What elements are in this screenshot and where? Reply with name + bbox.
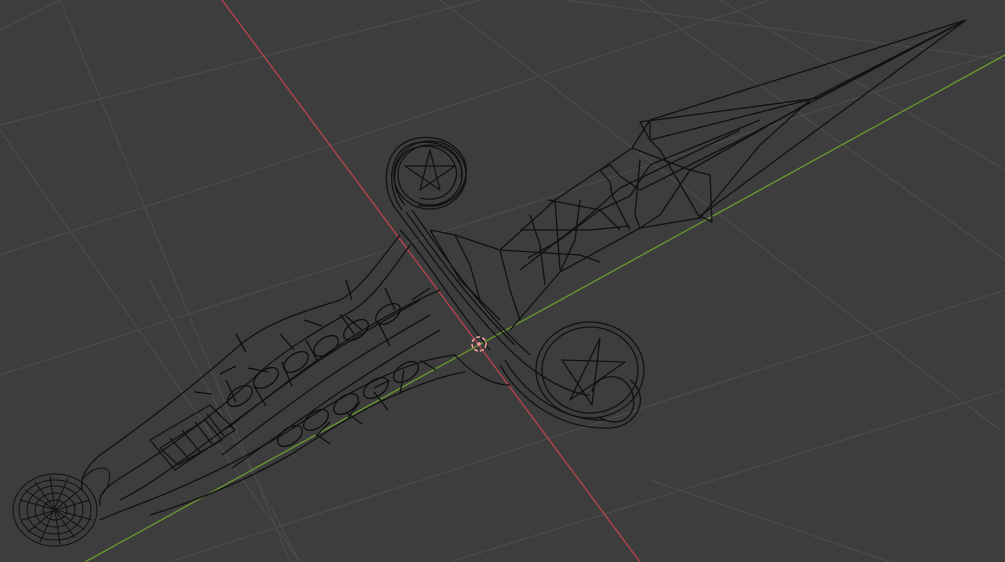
pentagram-icon: [561, 337, 626, 406]
dagger-wireframe[interactable]: [12, 19, 967, 547]
y-axis-line: [84, 54, 1005, 562]
origin-marker-icon[interactable]: [471, 336, 487, 352]
pentagram-icon: [404, 149, 456, 191]
x-axis-line: [221, 0, 641, 562]
grid-line: [0, 0, 481, 126]
grid-line: [639, 0, 1005, 261]
pommel-wireframe: [12, 467, 111, 547]
grid-line: [449, 389, 1005, 562]
grid-line: [0, 49, 1005, 376]
3d-viewport[interactable]: [0, 0, 1005, 562]
grid-line: [564, 0, 1005, 61]
crossguard-wireframe: [385, 136, 645, 429]
grid-line: [649, 479, 891, 562]
floor-grid: [0, 0, 1005, 562]
grid-line: [0, 129, 301, 562]
grid-line: [0, 0, 61, 31]
viewport-canvas[interactable]: [0, 0, 1005, 562]
grid-line: [0, 0, 771, 256]
grip-wireframe: [80, 234, 466, 521]
grid-line: [439, 0, 1001, 431]
